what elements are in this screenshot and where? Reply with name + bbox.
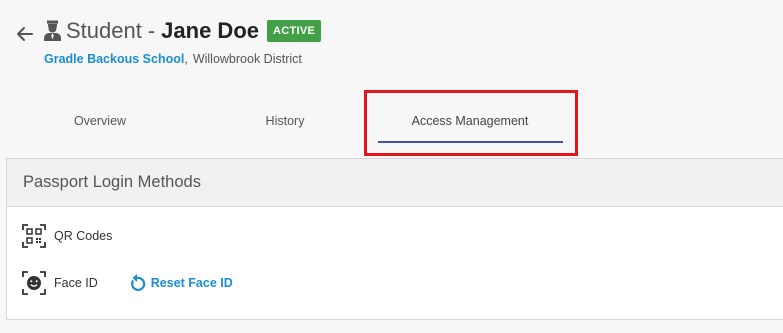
tab-bar: Overview History Access Management [0,100,783,146]
method-label-face-id: Face ID [54,276,98,290]
qr-code-icon [22,224,46,248]
tab-overview-label: Overview [73,114,127,128]
title-prefix: Student [66,18,142,43]
back-arrow-icon[interactable] [15,24,35,44]
tab-access-management[interactable]: Access Management [377,100,563,144]
login-methods-card: Passport Login Methods QR Codes Face ID … [6,158,783,320]
tab-history[interactable]: History [192,100,378,144]
tab-overview[interactable]: Overview [7,100,193,144]
tab-access-management-label: Access Management [411,114,529,128]
method-label-qr: QR Codes [54,229,113,243]
student-icon [43,20,62,42]
card-title: Passport Login Methods [23,173,201,191]
active-tab-indicator [378,141,563,143]
card-header: Passport Login Methods [7,159,783,207]
method-row-face-id: Face ID Reset Face ID [22,271,233,295]
page-title: Student - Jane Doe ACTIVE [43,17,322,45]
district-name: Willowbrook District [192,52,302,66]
school-info: Gradle Backous School , Willowbrook Dist… [44,52,302,66]
face-id-icon [22,271,46,295]
status-badge: ACTIVE [267,20,322,42]
reset-face-id-button[interactable]: Reset Face ID [128,273,233,293]
school-link[interactable]: Gradle Backous School [44,52,184,66]
school-separator: , [184,52,188,66]
reset-face-id-label: Reset Face ID [150,276,233,290]
reset-icon [128,273,146,293]
title-separator: - [147,18,156,43]
student-name: Jane Doe [161,18,259,43]
tab-history-label: History [265,114,305,128]
method-row-qr: QR Codes [22,224,112,248]
